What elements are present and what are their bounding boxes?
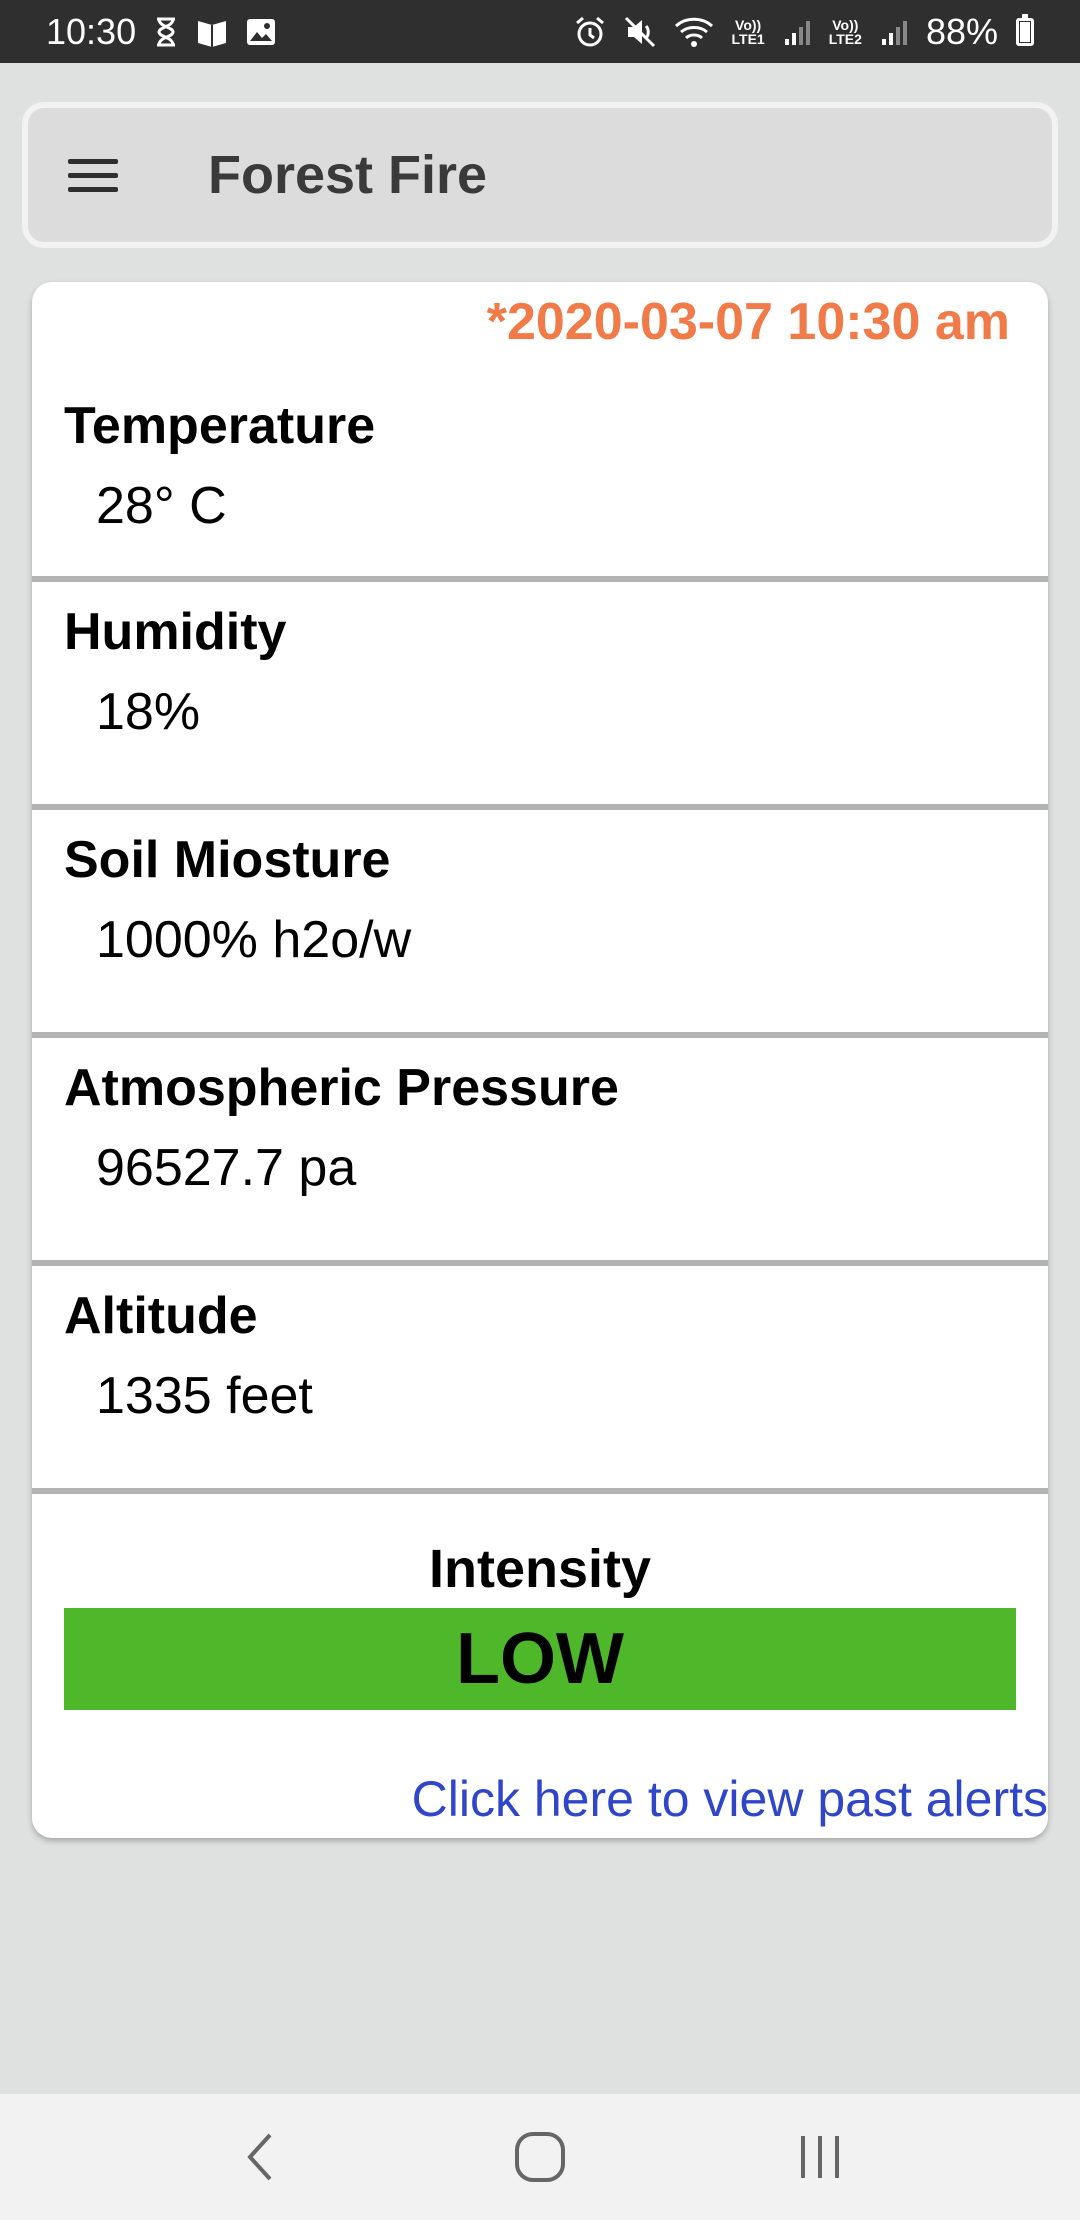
reading-humidity: Humidity 18% (32, 582, 1048, 810)
reading-value: 18% (96, 683, 201, 741)
sim1-signal-icon: Vo)) LTE1 (731, 16, 765, 47)
signal-bars-icon (783, 17, 811, 47)
reading-label: Atmospheric Pressure (64, 1059, 619, 1117)
clock: 10:30 (46, 10, 137, 52)
reading-value: 1335 feet (96, 1367, 313, 1425)
status-left: 10:30 (46, 11, 276, 53)
readings-card: *2020-03-07 10:30 am Temperature 28° C H… (32, 282, 1048, 1838)
battery-percent: 88% (925, 10, 998, 52)
reading-value: 28° C (96, 477, 227, 535)
home-button[interactable] (500, 2117, 580, 2197)
book-icon (196, 17, 228, 47)
status-bar: 10:30 Vo)) LTE1 Vo)) LTE2 88% (0, 0, 1080, 63)
alarm-icon (574, 16, 606, 48)
status-right: Vo)) LTE1 Vo)) LTE2 88% (574, 11, 1034, 53)
system-nav-bar (0, 2094, 1080, 2220)
reading-value: 1000% h2o/w (96, 911, 412, 969)
app-title: Forest Fire (208, 145, 488, 205)
past-alerts-link[interactable]: Click here to view past alerts (412, 1770, 1048, 1828)
reading-temperature: Temperature 28° C (32, 282, 1048, 582)
battery-icon (1016, 13, 1034, 46)
reading-soil-moisture: Soil Miosture 1000% h2o/w (32, 810, 1048, 1038)
back-icon (247, 2133, 272, 2181)
reading-value: 96527.7 pa (96, 1139, 357, 1197)
intensity-indicator: LOW (64, 1608, 1016, 1710)
menu-button[interactable] (68, 145, 128, 205)
home-icon (515, 2132, 565, 2182)
image-icon (246, 18, 276, 46)
reading-altitude: Altitude 1335 feet (32, 1266, 1048, 1494)
back-button[interactable] (220, 2117, 300, 2197)
reading-atmospheric-pressure: Atmospheric Pressure 96527.7 pa (32, 1038, 1048, 1266)
wifi-icon (674, 16, 714, 48)
sim2-signal-icon: Vo)) LTE2 (828, 16, 862, 47)
recents-icon (801, 2136, 839, 2178)
mute-icon (624, 16, 656, 48)
intensity-label: Intensity (428, 1539, 652, 1599)
recents-button[interactable] (780, 2117, 860, 2197)
reading-label: Soil Miosture (64, 831, 391, 889)
hourglass-icon (154, 17, 178, 47)
reading-label: Temperature (64, 397, 376, 455)
signal-bars-icon (880, 17, 908, 47)
app-bar: Forest Fire (22, 102, 1058, 248)
menu-icon (68, 158, 118, 164)
reading-label: Humidity (64, 603, 287, 661)
reading-label: Altitude (64, 1287, 258, 1345)
